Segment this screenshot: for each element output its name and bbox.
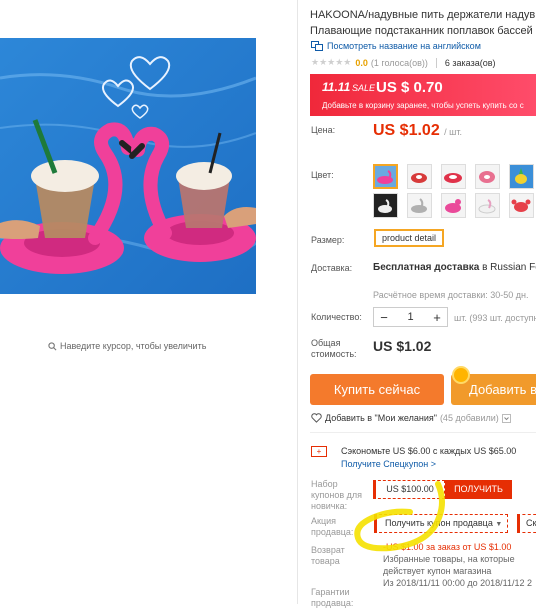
return-label-line1: Возврат	[311, 545, 345, 555]
coupon-section-divider	[310, 432, 536, 433]
price-unit: / шт.	[444, 127, 463, 137]
color-swatch[interactable]	[441, 164, 466, 189]
size-option-product-detail[interactable]: product detail	[374, 229, 445, 247]
seller-label-line1: Акция	[311, 516, 336, 526]
orders-count: 6 заказа(ов)	[444, 57, 496, 68]
select-coupon-text: Сэкономьте US $6.00 с каждых US $65.00	[341, 446, 517, 456]
coupon-validity-dates: Из 2018/11/11 00:00 до 2018/11/12 2	[383, 578, 532, 588]
seller-promo-label: Акция продавца:	[311, 516, 353, 538]
donut-swatch-icon	[479, 171, 495, 183]
quantity-increase-button[interactable]: +	[427, 310, 447, 325]
sale-banner: 11.11 SALE US $ 0.70 Добавьте в корзину …	[310, 74, 536, 116]
newbie-label-line1: Набор	[311, 479, 338, 489]
product-title-line1: HAKOONA/надувные пить держатели надув	[310, 9, 536, 21]
color-swatch[interactable]	[407, 193, 432, 218]
seller-coupon-dropdown[interactable]: Получить купон продавца ▼	[374, 514, 508, 533]
color-swatch[interactable]	[475, 193, 500, 218]
translate-title-link[interactable]: Посмотреть название на английском	[311, 41, 481, 51]
white-unicorn-swatch-icon	[478, 199, 496, 214]
pineapple-swatch-icon	[510, 165, 533, 188]
add-to-wishlist[interactable]: Добавить в "Мои желания" (45 добавили)	[311, 413, 511, 423]
color-swatch[interactable]	[407, 164, 432, 189]
product-title-line2: Плавающие подстаканник поплавок бассей	[310, 25, 533, 37]
seller-label-line2: продавца:	[311, 527, 354, 537]
total-label-line2: стоимость:	[311, 349, 357, 359]
newbie-label-line2: купонов для	[311, 490, 363, 500]
shipping-info: Бесплатная доставка в Russian Fede	[373, 262, 536, 273]
guarantee-label: Гарантии продавца:	[311, 587, 353, 609]
votes-count[interactable]: (1 голоса(ов))	[371, 58, 428, 68]
magnifier-icon	[48, 341, 57, 350]
swan-swatch-icon	[374, 194, 397, 217]
color-swatch[interactable]	[509, 193, 534, 218]
shipping-destination[interactable]: в Russian Fede	[482, 262, 536, 273]
newbie-coupon: US $100.00 ПОЛУЧИТЬ	[373, 480, 512, 499]
coupon-detail-amount: -US $1.00 за заказ от US $1.00	[383, 542, 512, 552]
get-select-coupon-link[interactable]: Получите Спецкупон >	[341, 459, 436, 469]
rating-separator	[435, 57, 437, 68]
guarantee-label-line1: Гарантии	[311, 587, 350, 597]
color-swatch[interactable]	[441, 193, 466, 218]
wishlist-count: (45 добавили)	[439, 413, 499, 423]
coupon-icon: +	[311, 446, 327, 457]
caret-down-icon: ▼	[495, 521, 503, 528]
unicorn-swatch-icon	[411, 198, 427, 213]
shipping-label: Доставка:	[311, 263, 353, 273]
newbie-coupon-amount: US $100.00	[373, 480, 445, 499]
total-label-line1: Общая	[311, 338, 341, 348]
color-swatch[interactable]	[373, 193, 398, 218]
sale-label: SALE	[352, 83, 376, 93]
price-amount: US $1.02	[373, 122, 440, 139]
rating-row: ★★★★★ 0.0 (1 голоса(ов)) 6 заказа(ов)	[311, 57, 496, 68]
heart-icon	[311, 413, 322, 423]
rating-stars-icon: ★★★★★	[311, 57, 352, 67]
rating-value: 0.0	[355, 57, 368, 68]
seller-coupon-detail: -US $1.00 за заказ от US $1.00 Избранные…	[383, 541, 536, 577]
cart-coin-icon	[452, 366, 470, 384]
size-label: Размер:	[311, 235, 345, 245]
delivery-time: Расчётное время доставки: 30-50 дн.	[373, 290, 529, 300]
color-label: Цвет:	[311, 170, 334, 180]
seller-coupon-dropdown-label[interactable]: Получить купон продавца	[385, 518, 493, 528]
pink-unicorn-swatch-icon	[445, 199, 461, 213]
coupon-detail-text: Избранные товары, на которые действует к…	[383, 554, 515, 576]
return-label-line2: товара	[311, 556, 340, 566]
wishlist-label[interactable]: Добавить в "Мои желания"	[325, 413, 437, 423]
quantity-stepper: − 1 +	[373, 307, 448, 327]
product-photo	[0, 38, 256, 294]
chevron-down-icon[interactable]	[501, 413, 511, 423]
seller-discount-dropdown[interactable]: Ск	[517, 514, 536, 533]
quantity-available: шт. (993 шт. доступно)	[454, 313, 536, 323]
newbie-coupon-get-button[interactable]: ПОЛУЧИТЬ	[445, 480, 512, 499]
translate-icon	[311, 41, 323, 51]
product-image[interactable]	[0, 38, 256, 294]
quantity-label: Количество:	[311, 312, 362, 322]
newbie-label-line3: новичка:	[311, 501, 348, 511]
zoom-hint: Наведите курсор, чтобы увеличить	[48, 341, 206, 351]
color-swatch[interactable]	[373, 164, 398, 189]
free-shipping: Бесплатная доставка	[373, 262, 480, 273]
watermelon-swatch-icon	[444, 173, 462, 183]
product-title: HAKOONA/надувные пить держатели надув Пл…	[310, 7, 536, 39]
zoom-hint-text: Наведите курсор, чтобы увеличить	[60, 341, 207, 351]
flamingo-swatch-icon	[375, 166, 396, 187]
quantity-decrease-button[interactable]: −	[374, 310, 394, 325]
buy-now-button[interactable]: Купить сейчас	[310, 374, 444, 405]
quantity-input[interactable]: 1	[394, 311, 427, 323]
price-label: Цена:	[311, 125, 336, 135]
color-swatch[interactable]	[475, 164, 500, 189]
sale-price: US $ 0.70	[376, 79, 443, 96]
newbie-coupon-label: Набор купонов для новичка:	[311, 479, 362, 512]
sale-note: Добавьте в корзину заранее, чтобы успеть…	[322, 101, 524, 110]
sale-tag: 11.11	[322, 80, 351, 94]
column-divider	[297, 0, 298, 604]
total-price: US $1.02	[373, 338, 432, 354]
crab-swatch-icon	[511, 199, 531, 212]
price-value: US $1.02 / шт.	[373, 122, 462, 140]
color-swatch[interactable]	[509, 164, 534, 189]
total-label: Общая стоимость:	[311, 338, 357, 360]
return-label: Возврат товара	[311, 545, 345, 567]
ring-swatch-icon	[411, 173, 427, 183]
translate-link-text[interactable]: Посмотреть название на английском	[327, 41, 481, 51]
